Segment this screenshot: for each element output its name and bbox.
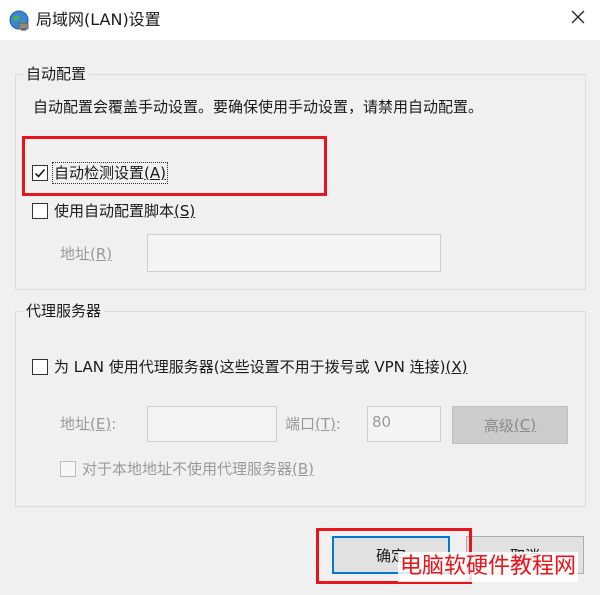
use-script-checkbox[interactable] xyxy=(32,203,48,219)
bypass-local-label: 对于本地地址不使用代理服务器(B) xyxy=(82,460,315,478)
auto-config-description: 自动配置会覆盖手动设置。要确保使用手动设置，请禁用自动配置。 xyxy=(33,98,484,116)
highlight-box-auto-detect xyxy=(22,136,327,196)
use-script-checkbox-row[interactable]: 使用自动配置脚本(S) xyxy=(32,201,195,221)
close-button[interactable] xyxy=(560,4,596,34)
bypass-local-checkbox-row[interactable]: 对于本地地址不使用代理服务器(B) xyxy=(60,459,314,479)
auto-config-group-label: 自动配置 xyxy=(23,64,90,84)
script-address-label: 地址(R) xyxy=(60,245,113,263)
globe-network-icon xyxy=(8,9,30,31)
watermark: 电脑软硬件教程网 xyxy=(398,552,579,582)
proxy-port-label: 端口(T): xyxy=(285,415,341,433)
advanced-button[interactable]: 高级 (C) xyxy=(452,406,568,444)
title-bar: 局域网(LAN)设置 xyxy=(0,0,600,40)
use-proxy-label: 为 LAN 使用代理服务器(这些设置不用于拨号或 VPN 连接)(X) xyxy=(54,358,468,376)
proxy-address-label: 地址(E): xyxy=(60,415,117,433)
close-icon xyxy=(571,10,585,28)
proxy-address-field[interactable] xyxy=(147,406,277,442)
proxy-group-label: 代理服务器 xyxy=(23,301,105,321)
proxy-port-field[interactable]: 80 xyxy=(367,406,441,442)
script-address-field[interactable] xyxy=(147,234,441,272)
use-script-label: 使用自动配置脚本(S) xyxy=(54,202,196,220)
use-proxy-checkbox[interactable] xyxy=(32,359,48,375)
use-proxy-checkbox-row[interactable]: 为 LAN 使用代理服务器(这些设置不用于拨号或 VPN 连接)(X) xyxy=(32,357,467,377)
window-title: 局域网(LAN)设置 xyxy=(36,10,161,29)
bypass-local-checkbox[interactable] xyxy=(60,461,76,477)
